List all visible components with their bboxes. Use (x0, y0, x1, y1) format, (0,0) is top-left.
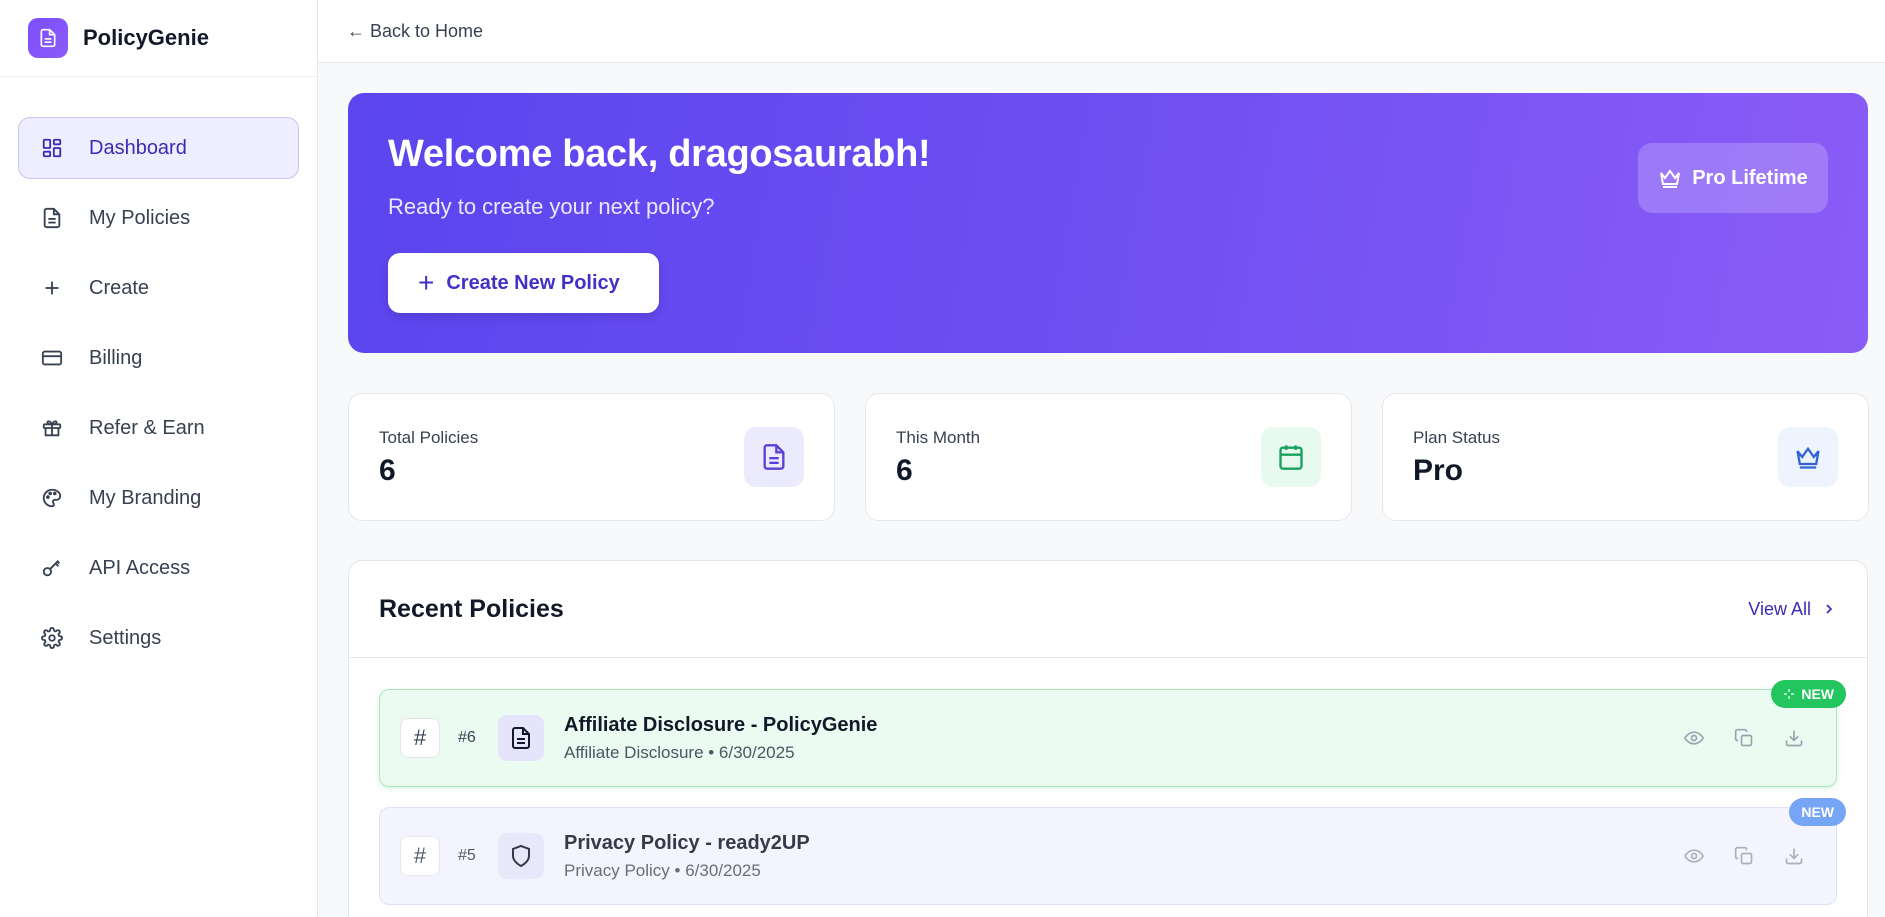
policy-meta: Privacy Policy • 6/30/2025 (564, 860, 761, 880)
recent-policies-header: Recent Policies View All (349, 561, 1867, 658)
sidebar-item-refer[interactable]: Refer & Earn (18, 397, 299, 459)
sidebar-item-dashboard[interactable]: Dashboard (18, 117, 299, 179)
brand[interactable]: PolicyGenie (0, 0, 317, 77)
stat-value: Pro (1413, 454, 1464, 487)
welcome-subtitle: Ready to create your next policy? (388, 194, 715, 219)
stat-value: 6 (896, 454, 913, 487)
welcome-banner: Welcome back, dragosaurabh! Ready to cre… (348, 93, 1868, 353)
sidebar-item-branding[interactable]: My Branding (18, 467, 299, 529)
policy-info: Affiliate Disclosure - PolicyGenie Affil… (564, 714, 877, 763)
sidebar-item-billing[interactable]: Billing (18, 327, 299, 389)
stat-label: Total Policies (379, 428, 479, 447)
chevron-right-icon (1821, 601, 1837, 617)
sidebar-item-label: My Policies (89, 206, 191, 229)
plus-icon (39, 275, 65, 301)
copy-icon[interactable] (1732, 844, 1756, 868)
recent-policies-panel: Recent Policies View All # #6 Affiliate … (348, 560, 1868, 917)
file-icon (498, 715, 544, 761)
stat-card-this-month: This Month 6 (865, 393, 1352, 521)
crown-icon (1658, 166, 1682, 190)
plus-icon: + (418, 267, 435, 298)
gift-icon (39, 415, 65, 441)
policy-meta: Affiliate Disclosure • 6/30/2025 (564, 742, 795, 762)
credit-card-icon (39, 345, 65, 371)
new-badge: NEW (1771, 680, 1846, 708)
policy-number: #5 (458, 847, 476, 864)
stat-label: This Month (896, 428, 981, 447)
recent-policies-title: Recent Policies (379, 594, 564, 623)
sidebar-item-settings[interactable]: Settings (18, 607, 299, 669)
sidebar-item-label: Create (89, 276, 150, 299)
gear-icon (39, 625, 65, 651)
back-to-home-link[interactable]: ← Back to Home (347, 21, 483, 42)
sidebar-item-label: My Branding (89, 486, 202, 509)
sidebar-item-label: API Access (89, 556, 191, 579)
policy-row[interactable]: # #6 Affiliate Disclosure - PolicyGenie … (379, 680, 1846, 787)
dashboard-icon (39, 135, 65, 161)
hash-icon: # (400, 718, 440, 758)
policy-title: Privacy Policy - ready2UP (564, 831, 810, 854)
view-all-link[interactable]: View All (1748, 599, 1837, 620)
view-all-label: View All (1748, 598, 1811, 619)
view-icon[interactable] (1682, 844, 1706, 868)
sidebar-item-label: Billing (89, 346, 143, 369)
logo-icon (28, 18, 68, 58)
file-icon (39, 205, 65, 231)
calendar-icon (1261, 427, 1321, 487)
sparkle-icon (1783, 688, 1795, 700)
stat-card-plan-status: Plan Status Pro (1382, 393, 1869, 521)
sidebar-item-api-access[interactable]: API Access (18, 537, 299, 599)
top-bar: ← Back to Home (318, 0, 1885, 63)
plan-badge-label: Pro Lifetime (1692, 166, 1808, 189)
new-badge: NEW (1789, 798, 1846, 826)
policy-actions (1656, 726, 1806, 750)
policy-number: #6 (458, 729, 476, 746)
sidebar: PolicyGenie Dashboard My Policies Create… (0, 0, 318, 917)
sidebar-item-label: Settings (89, 626, 162, 649)
sidebar-item-my-policies[interactable]: My Policies (18, 187, 299, 249)
create-new-policy-button[interactable]: + Create New Policy (388, 253, 659, 313)
sidebar-item-create[interactable]: Create (18, 257, 299, 319)
plan-badge: Pro Lifetime (1638, 143, 1828, 213)
view-icon[interactable] (1682, 726, 1706, 750)
palette-icon (39, 485, 65, 511)
stat-label: Plan Status (1413, 428, 1500, 447)
shield-icon (498, 833, 544, 879)
key-icon (39, 555, 65, 581)
policy-row[interactable]: # #5 Privacy Policy - ready2UP Privacy P… (379, 798, 1846, 905)
policy-title: Affiliate Disclosure - PolicyGenie (564, 713, 878, 736)
download-icon[interactable] (1782, 726, 1806, 750)
policy-actions (1656, 844, 1806, 868)
brand-name: PolicyGenie (83, 25, 209, 50)
sidebar-item-label: Refer & Earn (89, 416, 205, 439)
policy-info: Privacy Policy - ready2UP Privacy Policy… (564, 832, 810, 881)
sidebar-nav: Dashboard My Policies Create Billing Ref… (0, 77, 317, 669)
new-badge-label: NEW (1801, 686, 1834, 702)
crown-icon (1778, 427, 1838, 487)
welcome-title: Welcome back, dragosaurabh! (388, 133, 931, 175)
create-new-policy-label: Create New Policy (446, 271, 620, 294)
new-badge-label: NEW (1801, 804, 1834, 820)
stat-value: 6 (379, 454, 396, 487)
download-icon[interactable] (1782, 844, 1806, 868)
copy-icon[interactable] (1732, 726, 1756, 750)
hash-icon: # (400, 836, 440, 876)
file-icon (744, 427, 804, 487)
sidebar-item-label: Dashboard (89, 136, 187, 159)
stat-card-total-policies: Total Policies 6 (348, 393, 835, 521)
